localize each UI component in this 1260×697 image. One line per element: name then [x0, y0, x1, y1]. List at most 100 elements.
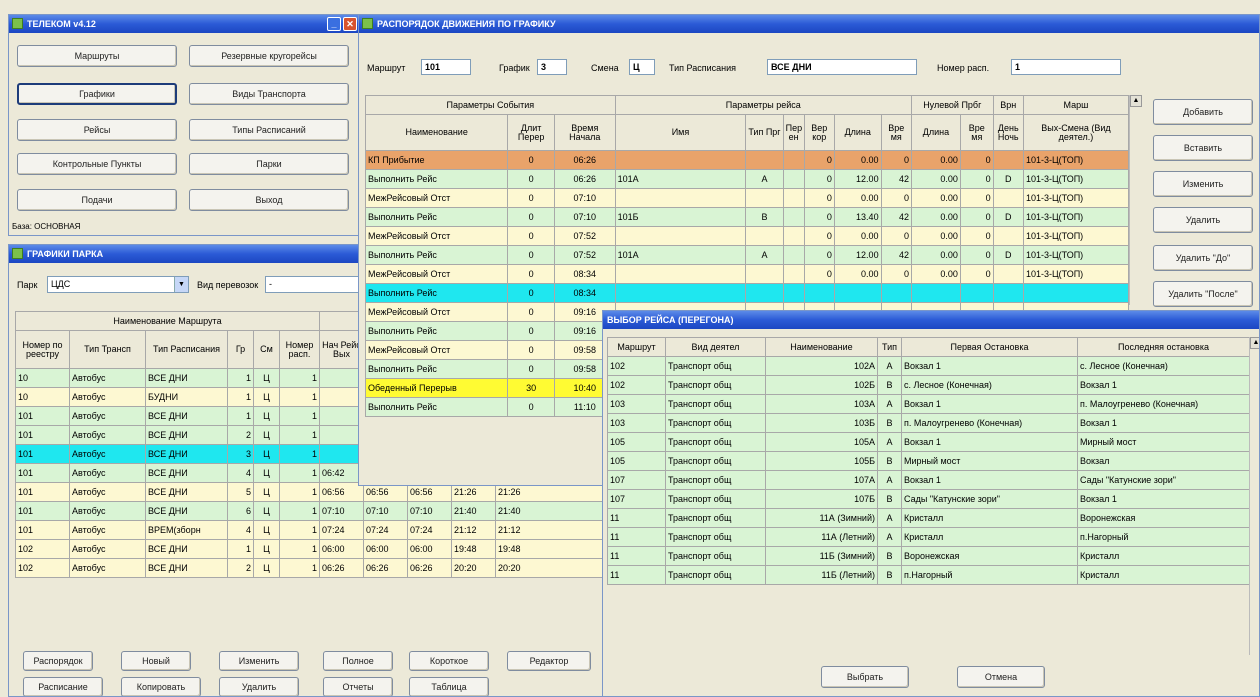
event-row[interactable]: Выполнить Рейс 0 07:10 101Б В 0 13.40 42 0.00 0 D 1…: [364, 207, 1130, 227]
trip-row[interactable]: 105 Транспорт общ 105Б В Мирный мост Вокзал: [607, 451, 1250, 471]
graph-field[interactable]: 3: [537, 59, 567, 75]
events-scrollbar[interactable]: ▲: [1129, 95, 1142, 305]
col-shift[interactable]: См: [253, 330, 280, 369]
graph-action-button[interactable]: Короткое: [409, 651, 489, 671]
table-row[interactable]: 101 Автобус ВСЕ ДНИ 6 Ц 1 07:10 07:10 07:10 21:40…: [15, 501, 606, 521]
event-cell: 0: [803, 245, 835, 265]
table-row[interactable]: 102 Автобус ВСЕ ДНИ 1 Ц 1 06:00 06:00 06:00 19:48…: [15, 539, 606, 559]
event-col-header[interactable]: Тип Прг: [745, 114, 784, 151]
event-col-header[interactable]: Вых-Смена (Вид деятел.): [1022, 114, 1130, 151]
trip-row[interactable]: 102 Транспорт общ 102А А Вокзал 1 с. Лесное (…: [607, 356, 1250, 376]
event-col-header[interactable]: Вер кор: [803, 114, 835, 151]
trip-row[interactable]: 103 Транспорт общ 103А А Вокзал 1 п. Малоугре…: [607, 394, 1250, 414]
col-sched-number[interactable]: Номер расп.: [279, 330, 320, 369]
graph-action-button[interactable]: Удалить: [219, 677, 299, 696]
event-col-header[interactable]: Вре мя: [880, 114, 912, 151]
trips-button[interactable]: Рейсы: [17, 119, 177, 141]
graph-action-button[interactable]: Таблица: [409, 677, 489, 696]
trip-row[interactable]: 11 Транспорт общ 11А (Зимний) А Кристалл Воро…: [607, 508, 1250, 528]
graphs-button[interactable]: Графики: [17, 83, 177, 105]
graph-action-button[interactable]: Распорядок: [23, 651, 93, 671]
event-col-header[interactable]: Имя: [614, 114, 747, 151]
scroll-up-icon[interactable]: ▲: [1130, 95, 1142, 107]
table-row[interactable]: 101 Автобус ВРЕМ(зборн 4 Ц 1 07:24 07:24 07:24 21…: [15, 520, 606, 540]
graph-action-button[interactable]: Расписание: [23, 677, 103, 696]
route-field[interactable]: 101: [421, 59, 471, 75]
parks-button[interactable]: Парки: [189, 153, 349, 175]
graph-action-button[interactable]: Отчеты: [323, 677, 393, 696]
graph-action-button[interactable]: Изменить: [219, 651, 299, 671]
trip-row[interactable]: 102 Транспорт общ 102Б Вс. Лесное (Конечная…: [607, 375, 1250, 395]
routes-button[interactable]: Маршруты: [17, 45, 177, 67]
schedule-action-button[interactable]: Изменить: [1153, 171, 1253, 197]
reserve-button[interactable]: Резервные кругорейсы: [189, 45, 349, 67]
select-button[interactable]: Выбрать: [821, 666, 909, 688]
graph-action-button[interactable]: Редактор: [507, 651, 591, 671]
event-col-header[interactable]: Длит Перер: [507, 114, 555, 151]
minimize-button[interactable]: _: [327, 17, 341, 31]
trip-row[interactable]: 11 Транспорт общ 11Б (Зимний) В Воронежская К…: [607, 546, 1250, 566]
schedule-action-button[interactable]: Добавить: [1153, 99, 1253, 125]
trip-row[interactable]: 11 Транспорт общ 11А (Летний) А Кристалл п.На…: [607, 527, 1250, 547]
graph-action-button[interactable]: Новый: [121, 651, 191, 671]
cancel-button[interactable]: Отмена: [957, 666, 1045, 688]
scroll-up-icon[interactable]: ▲: [1250, 337, 1259, 349]
shift-field[interactable]: Ц: [629, 59, 655, 75]
trip-col-header[interactable]: Первая Остановка: [901, 337, 1078, 357]
event-row[interactable]: МежРейсовый Отст 0 07:52 0 0.00 0 0.00 0 101-3-Ц…: [364, 226, 1130, 246]
trip-col-header[interactable]: Последняя остановка: [1077, 337, 1250, 357]
chevron-down-icon[interactable]: ▼: [174, 277, 188, 292]
park-select[interactable]: ЦДС ▼: [47, 276, 189, 293]
event-row[interactable]: МежРейсовый Отст 0 07:10 0 0.00 0 0.00 0 101-3-Ц…: [364, 188, 1130, 208]
event-col-header[interactable]: День Ночь: [992, 114, 1024, 151]
sched-type-field[interactable]: ВСЕ ДНИ: [767, 59, 917, 75]
trip-row[interactable]: 107 Транспорт общ 107Б В Сады "Катунские зор…: [607, 489, 1250, 509]
schedule-types-button[interactable]: Типы Расписаний: [189, 119, 349, 141]
event-col-header[interactable]: Время Начала: [553, 114, 616, 151]
exit-button[interactable]: Выход: [189, 189, 349, 211]
trip-col-header[interactable]: Наименование: [765, 337, 878, 357]
trip-col-header[interactable]: Маршрут: [607, 337, 666, 357]
event-cell: 0: [803, 264, 835, 284]
col-group[interactable]: Гр: [227, 330, 254, 369]
event-row[interactable]: Выполнить Рейс 0 06:26 101А А 0 12.00 42 0.00 0 D 1…: [364, 169, 1130, 189]
schedule-action-button[interactable]: Удалить "После": [1153, 281, 1253, 307]
event-col-header[interactable]: Наименование: [364, 114, 509, 151]
event-col-header[interactable]: Пер ен: [782, 114, 805, 151]
table-cell: 102: [15, 539, 70, 559]
event-row[interactable]: МежРейсовый Отст 0 08:34 0 0.00 0 0.00 0 101-3-Ц…: [364, 264, 1130, 284]
schedule-action-button[interactable]: Удалить "До": [1153, 245, 1253, 271]
event-row[interactable]: Выполнить Рейс 0 08:34: [364, 283, 1130, 303]
trips-scrollbar[interactable]: ▲: [1249, 337, 1259, 655]
trip-row[interactable]: 103 Транспорт общ 103Б Вп. Малоугренево (Ко…: [607, 413, 1250, 433]
trip-col-header[interactable]: Вид деятел: [665, 337, 766, 357]
schedule-action-button[interactable]: Удалить: [1153, 207, 1253, 233]
table-row[interactable]: 102 Автобус ВСЕ ДНИ 2 Ц 1 06:26 06:26 06:26 20:20…: [15, 558, 606, 578]
col-transport[interactable]: Тип Трансп: [69, 330, 146, 369]
trip-cell: 102Б: [765, 375, 878, 395]
transport-types-button[interactable]: Виды Транспорта: [189, 83, 349, 105]
trip-row[interactable]: 105 Транспорт общ 105А А Вокзал 1 Мирный мост: [607, 432, 1250, 452]
event-row[interactable]: КП Прибытие 0 06:26 0 0.00 0 0.00 0 101-3-Ц(ТОП): [364, 150, 1130, 170]
carrier-select[interactable]: -: [265, 276, 365, 293]
close-button[interactable]: ✕: [343, 17, 357, 31]
feeds-button[interactable]: Подачи: [17, 189, 177, 211]
trip-row[interactable]: 107 Транспорт общ 107А А Вокзал 1 Сады "Катун…: [607, 470, 1250, 490]
event-row[interactable]: Выполнить Рейс 0 07:52 101А А 0 12.00 42 0.00 0 D 1…: [364, 245, 1130, 265]
col-schedule-type[interactable]: Тип Расписания: [145, 330, 228, 369]
trip-col-header[interactable]: Тип: [877, 337, 902, 357]
schedule-action-button[interactable]: Вставить: [1153, 135, 1253, 161]
event-cell: 0: [803, 188, 835, 208]
event-col-header[interactable]: Длина: [910, 114, 961, 151]
checkpoints-button[interactable]: Контрольные Пункты: [17, 153, 177, 175]
graph-action-button[interactable]: Копировать: [121, 677, 201, 696]
event-col-header[interactable]: Вре мя: [959, 114, 994, 151]
col-start[interactable]: Нач Рейс Вых: [319, 330, 364, 369]
sched-number-field[interactable]: 1: [1011, 59, 1121, 75]
graph-label: График: [499, 63, 530, 73]
group-route: Марш: [1022, 95, 1130, 115]
event-col-header[interactable]: Длина: [833, 114, 882, 151]
graph-action-button[interactable]: Полное: [323, 651, 393, 671]
col-number[interactable]: Номер по реестру: [15, 330, 70, 369]
trip-row[interactable]: 11 Транспорт общ 11Б (Летний) Вп.Нагорный Кр…: [607, 565, 1250, 585]
